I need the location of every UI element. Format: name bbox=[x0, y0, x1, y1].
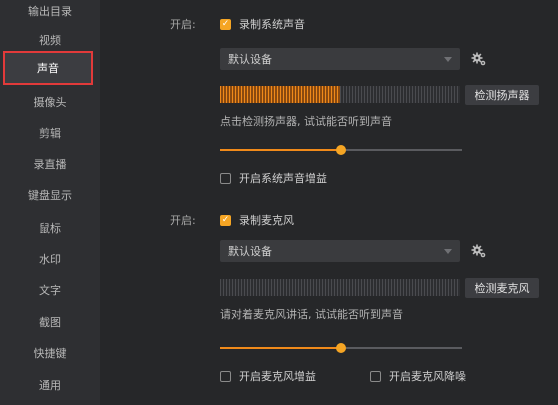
sidebar-item-hotkeys[interactable]: 快捷键 bbox=[0, 337, 100, 369]
speaker-device-select[interactable]: 默认设备 bbox=[220, 48, 460, 70]
microphone-test-hint: 请对着麦克风讲话, 试试能否听到声音 bbox=[220, 308, 403, 321]
test-speaker-button[interactable]: 检测扬声器 bbox=[465, 85, 539, 105]
system-audio-boost-checkbox[interactable]: 开启系统声音增益 bbox=[220, 170, 327, 186]
system-audio-enable-label: 开启: bbox=[170, 18, 196, 31]
sidebar-item-editing[interactable]: 剪辑 bbox=[0, 117, 100, 149]
checkbox-checked-icon: ✓ bbox=[220, 214, 231, 226]
sidebar-item-output-dir[interactable]: 输出目录 bbox=[0, 0, 100, 27]
chevron-down-icon bbox=[444, 249, 452, 254]
microphone-level-meter bbox=[220, 279, 460, 296]
test-microphone-button[interactable]: 检测麦克风 bbox=[465, 278, 539, 298]
sidebar-item-keyboard-display[interactable]: 键盘显示 bbox=[0, 179, 100, 211]
checkbox-checked-icon: ✓ bbox=[220, 18, 231, 30]
checkbox-unchecked-icon bbox=[220, 172, 231, 184]
sidebar-item-mouse[interactable]: 鼠标 bbox=[0, 212, 100, 244]
chevron-down-icon bbox=[444, 57, 452, 62]
slider-handle[interactable] bbox=[336, 145, 346, 155]
microphone-enable-label: 开启: bbox=[170, 214, 196, 227]
microphone-denoise-checkbox[interactable]: 开启麦克风降噪 bbox=[370, 368, 466, 384]
slider-progress bbox=[220, 149, 341, 151]
microphone-device-select[interactable]: 默认设备 bbox=[220, 240, 460, 262]
microphone-device-value: 默认设备 bbox=[228, 245, 272, 258]
microphone-denoise-label: 开启麦克风降噪 bbox=[389, 370, 466, 383]
record-system-audio-label: 录制系统声音 bbox=[239, 18, 305, 31]
microphone-boost-checkbox[interactable]: 开启麦克风增益 bbox=[220, 368, 316, 384]
microphone-boost-label: 开启麦克风增益 bbox=[239, 370, 316, 383]
system-audio-boost-label: 开启系统声音增益 bbox=[239, 172, 327, 185]
sidebar-item-camera[interactable]: 摄像头 bbox=[0, 86, 100, 118]
slider-progress bbox=[220, 347, 341, 349]
checkbox-unchecked-icon bbox=[220, 370, 231, 382]
record-system-audio-checkbox[interactable]: ✓ 录制系统声音 bbox=[220, 16, 305, 32]
speaker-settings-gear-icon[interactable] bbox=[470, 50, 488, 68]
speaker-test-hint: 点击检测扬声器, 试试能否听到声音 bbox=[220, 115, 392, 128]
speaker-device-value: 默认设备 bbox=[228, 53, 272, 66]
sidebar-item-live-recording[interactable]: 录直播 bbox=[0, 148, 100, 180]
slider-handle[interactable] bbox=[336, 343, 346, 353]
speaker-level-meter bbox=[220, 86, 460, 103]
sidebar-item-watermark[interactable]: 水印 bbox=[0, 243, 100, 275]
speaker-level-fill bbox=[220, 86, 340, 103]
sidebar-item-screenshot[interactable]: 截图 bbox=[0, 306, 100, 338]
checkbox-unchecked-icon bbox=[370, 370, 381, 382]
sidebar-item-audio[interactable]: 声音 bbox=[3, 51, 93, 85]
system-volume-slider[interactable] bbox=[220, 145, 462, 155]
record-microphone-checkbox[interactable]: ✓ 录制麦克风 bbox=[220, 212, 294, 228]
sidebar-item-general[interactable]: 通用 bbox=[0, 369, 100, 401]
sidebar-item-text[interactable]: 文字 bbox=[0, 274, 100, 306]
settings-sidebar: 输出目录 视频 声音 摄像头 剪辑 录直播 键盘显示 鼠标 水印 文字 截图 快… bbox=[0, 0, 100, 405]
microphone-settings-gear-icon[interactable] bbox=[470, 242, 488, 260]
microphone-volume-slider[interactable] bbox=[220, 343, 462, 353]
record-microphone-label: 录制麦克风 bbox=[239, 214, 294, 227]
audio-settings-panel: 开启: ✓ 录制系统声音 默认设备 检测扬声器 点击检测扬声器, 试试能否听到声… bbox=[100, 0, 558, 405]
